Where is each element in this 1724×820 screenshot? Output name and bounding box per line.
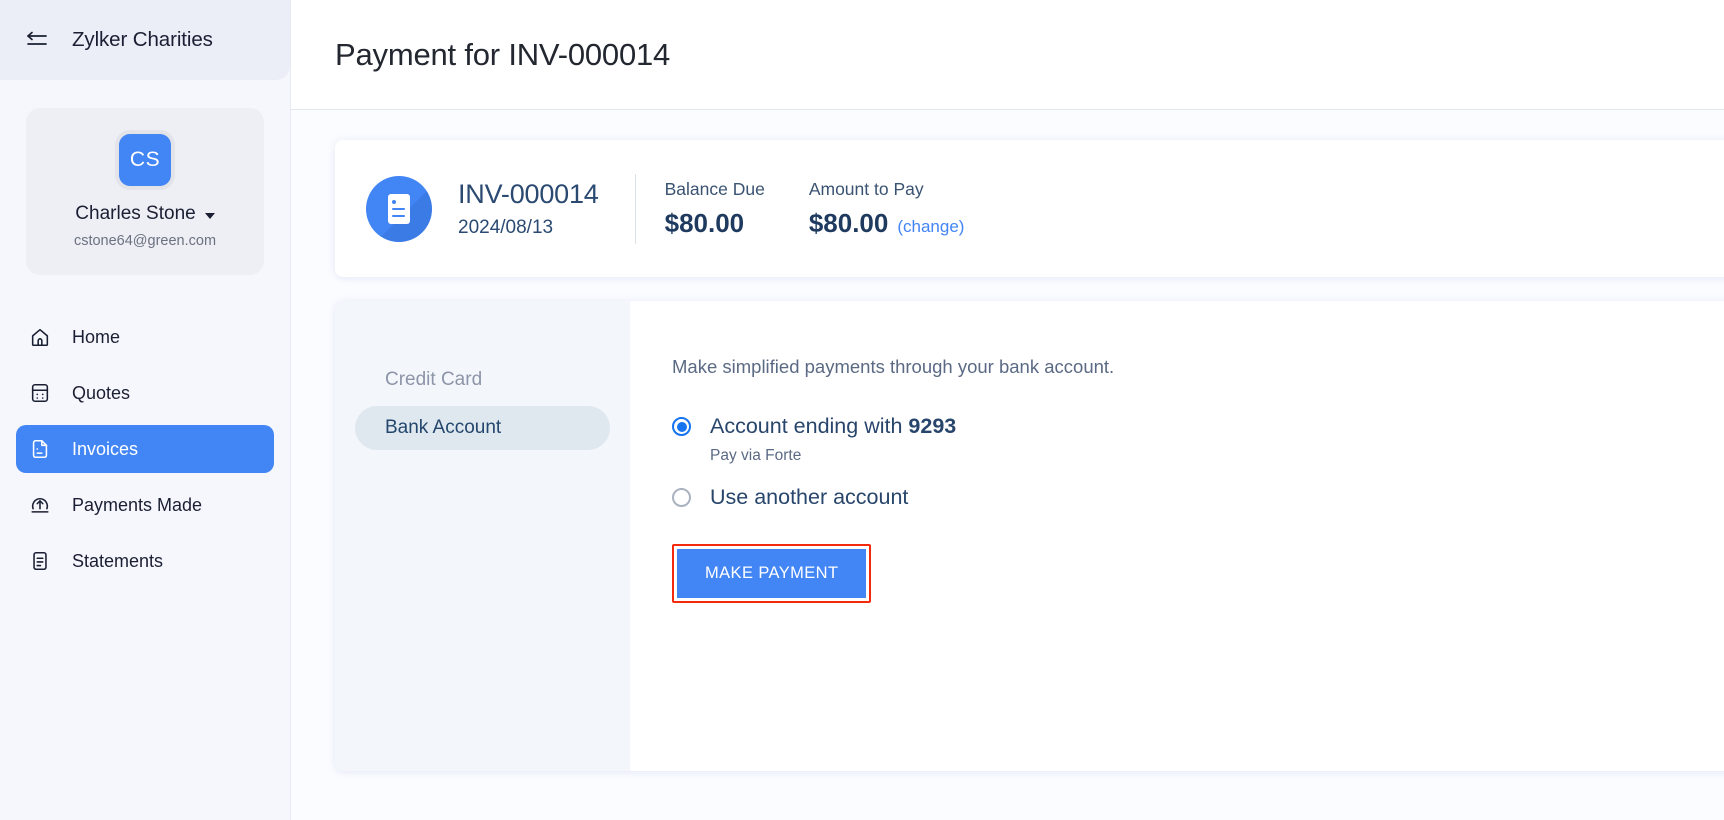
change-amount-link[interactable]: (change) [897, 217, 964, 237]
amount-to-pay-label: Amount to Pay [809, 179, 965, 200]
amount-to-pay-block: Amount to Pay $80.00 (change) [765, 179, 965, 239]
radio-option-label: Account ending with 9293 [710, 414, 956, 439]
sidebar: Zylker Charities CS Charles Stone cstone… [0, 0, 291, 820]
profile-name-dropdown[interactable]: Charles Stone [75, 203, 214, 225]
sidebar-item-label: Statements [72, 551, 163, 572]
balance-due-value: $80.00 [665, 208, 765, 239]
payment-method-list: Credit Card Bank Account [335, 301, 630, 771]
radio-option-sublabel: Pay via Forte [710, 447, 1724, 465]
chevron-down-icon [205, 213, 215, 219]
sidebar-item-payments-made[interactable]: Payments Made [16, 481, 274, 529]
main-area: Payment for INV-000014 INV-000014 2024/0… [291, 0, 1724, 820]
home-icon [28, 325, 52, 349]
invoice-summary-card: INV-000014 2024/08/13 Balance Due $80.00… [335, 140, 1724, 277]
account-last-four: 9293 [908, 414, 956, 438]
balance-due-block: Balance Due $80.00 [636, 179, 765, 239]
document-icon [28, 437, 52, 461]
payment-method-panel: Credit Card Bank Account Make simplified… [335, 301, 1724, 771]
payment-method-credit-card[interactable]: Credit Card [355, 358, 610, 402]
page-header: Payment for INV-000014 [291, 0, 1724, 110]
sidebar-item-label: Payments Made [72, 495, 202, 516]
calculator-icon [28, 381, 52, 405]
profile-email: cstone64@green.com [74, 233, 216, 249]
make-payment-button[interactable]: MAKE PAYMENT [677, 549, 866, 598]
make-payment-highlight: MAKE PAYMENT [672, 544, 871, 603]
invoice-document-icon [366, 176, 432, 242]
balance-due-amount: $80.00 [665, 208, 745, 239]
radio-option-another-account[interactable]: Use another account [672, 485, 1724, 510]
invoice-identity: INV-000014 2024/08/13 [458, 179, 635, 239]
amount-to-pay-value: $80.00 (change) [809, 208, 965, 239]
sidebar-item-invoices[interactable]: Invoices [16, 425, 274, 473]
sidebar-item-label: Quotes [72, 383, 130, 404]
payment-method-body: Make simplified payments through your ba… [630, 301, 1724, 771]
organization-name: Zylker Charities [72, 28, 213, 52]
invoice-date: 2024/08/13 [458, 217, 599, 239]
avatar: CS [119, 134, 171, 186]
sidebar-item-statements[interactable]: Statements [16, 537, 274, 585]
profile-name: Charles Stone [75, 203, 195, 225]
radio-option-existing-account[interactable]: Account ending with 9293 [672, 414, 1724, 439]
sidebar-nav: Home Quotes [0, 313, 290, 585]
invoice-number: INV-000014 [458, 179, 599, 210]
sidebar-item-label: Invoices [72, 439, 138, 460]
balance-due-label: Balance Due [665, 179, 765, 200]
sidebar-item-label: Home [72, 327, 120, 348]
page-title: Payment for INV-000014 [335, 37, 670, 73]
collapse-arrow-icon[interactable] [24, 27, 50, 53]
sidebar-item-quotes[interactable]: Quotes [16, 369, 274, 417]
payment-method-description: Make simplified payments through your ba… [672, 356, 1724, 378]
page-content: INV-000014 2024/08/13 Balance Due $80.00… [291, 110, 1724, 820]
app-root: Zylker Charities CS Charles Stone cstone… [0, 0, 1724, 820]
sidebar-item-home[interactable]: Home [16, 313, 274, 361]
statement-icon [28, 549, 52, 573]
payment-method-bank-account[interactable]: Bank Account [355, 406, 610, 450]
account-radio-group: Account ending with 9293 Pay via Forte U… [672, 414, 1724, 510]
radio-option-label-text: Account ending with [710, 414, 908, 438]
radio-button-icon[interactable] [672, 488, 691, 507]
sidebar-header: Zylker Charities [0, 0, 290, 80]
amount-to-pay-amount: $80.00 [809, 208, 889, 239]
radio-button-icon[interactable] [672, 417, 691, 436]
upload-circle-icon [28, 493, 52, 517]
profile-card: CS Charles Stone cstone64@green.com [26, 108, 264, 275]
radio-option-label: Use another account [710, 485, 908, 510]
